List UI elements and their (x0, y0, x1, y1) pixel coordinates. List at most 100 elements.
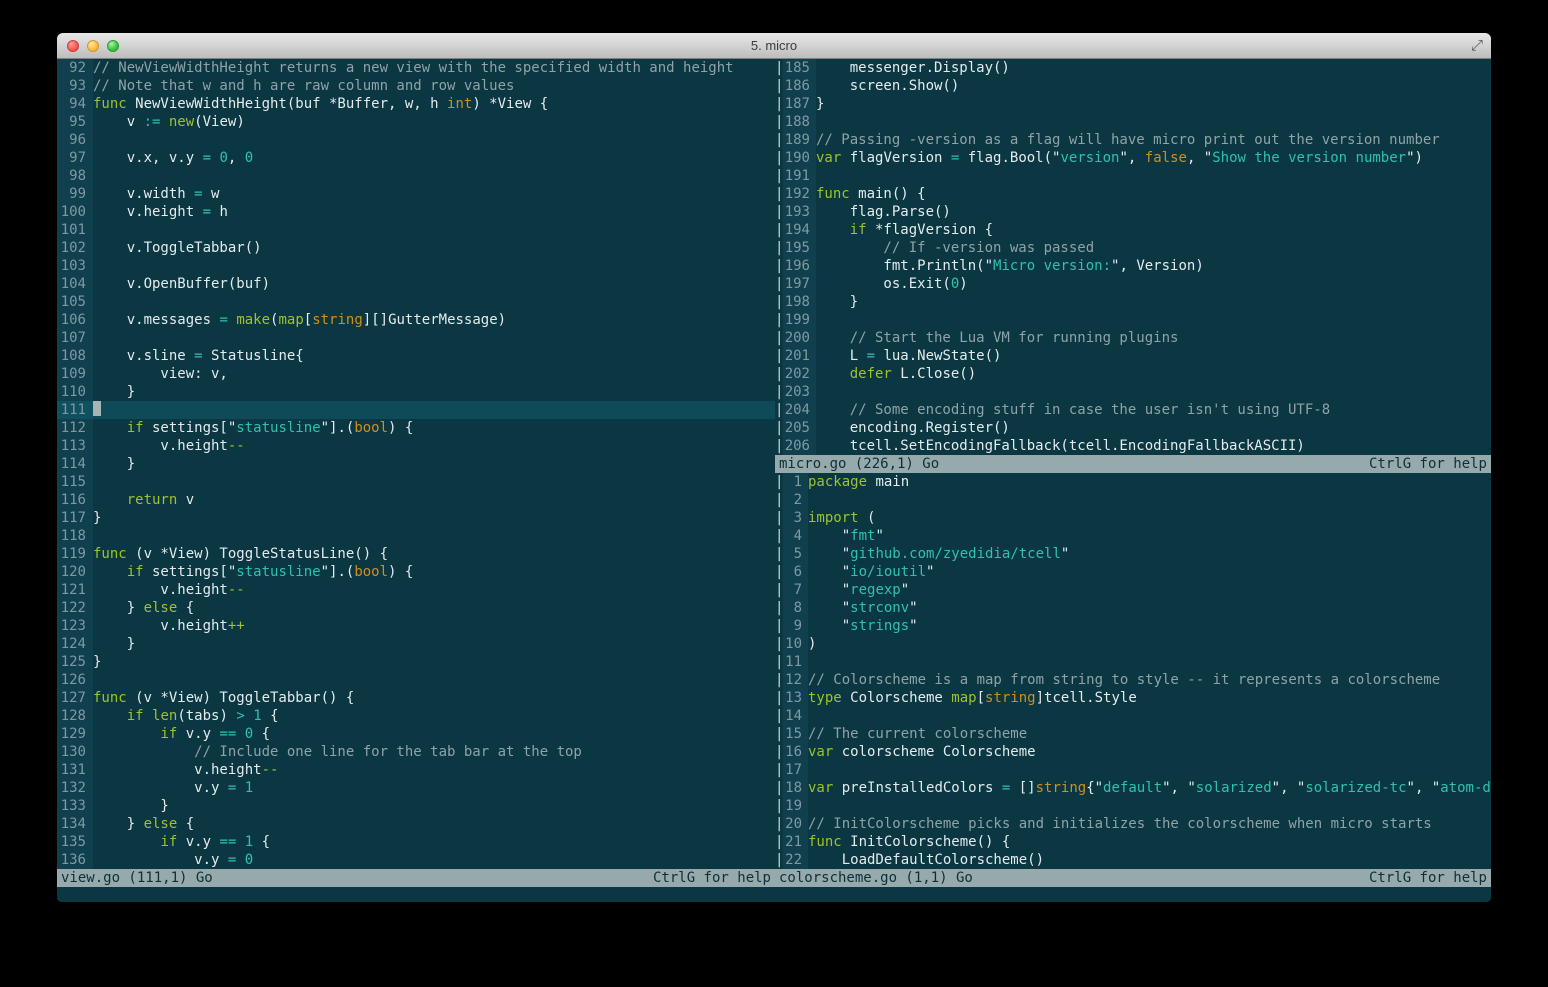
code-line[interactable]: | 203 (775, 383, 1491, 401)
code-line[interactable]: | 185 messenger.Display() (775, 59, 1491, 77)
code-line[interactable]: | 21 func InitColorscheme() { (775, 833, 1491, 851)
minimize-button[interactable] (87, 39, 99, 52)
code-line[interactable]: 120 if settings["statusline"].(bool) { (57, 563, 775, 581)
code-line[interactable]: 130 // Include one line for the tab bar … (57, 743, 775, 761)
code-line[interactable]: 107 (57, 329, 775, 347)
code-line[interactable]: 117} (57, 509, 775, 527)
code-line[interactable]: 124 } (57, 635, 775, 653)
code-line[interactable]: 99 v.width = w (57, 185, 775, 203)
code-line[interactable]: | 17 (775, 761, 1491, 779)
code-line[interactable]: 108 v.sline = Statusline{ (57, 347, 775, 365)
code-line[interactable]: 114 } (57, 455, 775, 473)
code-line[interactable]: 123 v.height++ (57, 617, 775, 635)
code-line[interactable]: | 201 L = lua.NewState() (775, 347, 1491, 365)
code-line[interactable]: | 186 screen.Show() (775, 77, 1491, 95)
code-line[interactable]: 113 v.height-- (57, 437, 775, 455)
code-line[interactable]: 101 (57, 221, 775, 239)
code-line[interactable]: 93// Note that w and h are raw column an… (57, 77, 775, 95)
code-line[interactable]: | 3 import ( (775, 509, 1491, 527)
code-line[interactable]: | 10) (775, 635, 1491, 653)
code-line[interactable]: | 15// The current colorscheme (775, 725, 1491, 743)
code-line[interactable]: | 205 encoding.Register() (775, 419, 1491, 437)
code-line[interactable]: | 5 "github.com/zyedidia/tcell" (775, 545, 1491, 563)
code-line[interactable]: | 11 (775, 653, 1491, 671)
code-line[interactable]: | 20// InitColorscheme picks and initiali… (775, 815, 1491, 833)
code-line[interactable]: | 189// Passing -version as a flag will h… (775, 131, 1491, 149)
code-line[interactable]: | 9 "strings" (775, 617, 1491, 635)
code-line[interactable]: | 12// Colorscheme is a map from string t… (775, 671, 1491, 689)
code-line[interactable]: | 190 var flagVersion = flag.Bool("version… (775, 149, 1491, 167)
code-line[interactable]: | 197 os.Exit(0) (775, 275, 1491, 293)
code-line[interactable]: 134 } else { (57, 815, 775, 833)
code-buffer-micro-go[interactable]: | 185 messenger.Display() | 186 screen.Show… (775, 59, 1491, 455)
code-text: } (816, 294, 859, 310)
code-buffer-colorscheme-go[interactable]: | 1 package main | 2 | 3 import (| 4 "fmt" | 5 "gi… (775, 473, 1491, 869)
zoom-button[interactable] (107, 39, 119, 52)
code-line[interactable]: | 199 (775, 311, 1491, 329)
code-line[interactable]: 118 (57, 527, 775, 545)
code-line[interactable]: | 200 // Start the Lua VM for running plu… (775, 329, 1491, 347)
code-line[interactable]: | 2 (775, 491, 1491, 509)
code-line[interactable]: 128 if len(tabs) > 1 { (57, 707, 775, 725)
code-line[interactable]: | 8 "strconv" (775, 599, 1491, 617)
code-line[interactable]: 103 (57, 257, 775, 275)
code-line[interactable]: 95 v := new(View) (57, 113, 775, 131)
code-line[interactable]: 96 (57, 131, 775, 149)
code-line[interactable]: 119 func (v *View) ToggleStatusLine() { (57, 545, 775, 563)
code-line[interactable]: 132 v.y = 1 (57, 779, 775, 797)
code-line[interactable]: | 6 "io/ioutil" (775, 563, 1491, 581)
code-line[interactable]: | 195 // If -version was passed (775, 239, 1491, 257)
code-line[interactable]: | 194 if *flagVersion { (775, 221, 1491, 239)
code-line[interactable]: | 14 (775, 707, 1491, 725)
code-line[interactable]: 97 v.x, v.y = 0, 0 (57, 149, 775, 167)
code-line[interactable]: 122 } else { (57, 599, 775, 617)
code-line[interactable]: | 196 fmt.Println("Micro version:", Versi… (775, 257, 1491, 275)
code-line[interactable]: 115 (57, 473, 775, 491)
code-line[interactable]: 94 func NewViewWidthHeight(buf *Buffer, w… (57, 95, 775, 113)
code-line[interactable]: 110 } (57, 383, 775, 401)
code-line[interactable]: 102 v.ToggleTabbar() (57, 239, 775, 257)
code-line[interactable]: 125} (57, 653, 775, 671)
code-line[interactable]: 98 (57, 167, 775, 185)
code-line[interactable]: | 202 defer L.Close() (775, 365, 1491, 383)
code-line[interactable]: | 7 "regexp" (775, 581, 1491, 599)
code-line[interactable]: 109 view: v, (57, 365, 775, 383)
code-line[interactable]: 126 (57, 671, 775, 689)
code-line[interactable]: | 204 // Some encoding stuff in case the … (775, 401, 1491, 419)
code-line[interactable]: | 193 flag.Parse() (775, 203, 1491, 221)
code-line[interactable]: 116 return v (57, 491, 775, 509)
code-line[interactable]: 129 if v.y == 0 { (57, 725, 775, 743)
code-line[interactable]: | 13 type Colorscheme map[string]tcell.Sty… (775, 689, 1491, 707)
code-line[interactable]: | 198 } (775, 293, 1491, 311)
code-line[interactable]: 133 } (57, 797, 775, 815)
code-line[interactable]: 121 v.height-- (57, 581, 775, 599)
code-line[interactable]: | 22 LoadDefaultColorscheme() (775, 851, 1491, 869)
code-line[interactable]: 100 v.height = h (57, 203, 775, 221)
code-line[interactable]: 131 v.height-- (57, 761, 775, 779)
code-line[interactable]: 106 v.messages = make(map[string][]Gutte… (57, 311, 775, 329)
code-line[interactable]: 136 v.y = 0 (57, 851, 775, 869)
code-text: } (93, 510, 102, 526)
code-line[interactable]: 111 (57, 401, 775, 419)
code-line[interactable]: | 192 func main() { (775, 185, 1491, 203)
code-line[interactable]: 112 if settings["statusline"].(bool) { (57, 419, 775, 437)
code-line[interactable]: | 18 var preInstalledColors = []string{"de… (775, 779, 1491, 797)
code-line[interactable]: 105 (57, 293, 775, 311)
code-line[interactable]: | 191 (775, 167, 1491, 185)
command-line[interactable] (57, 887, 1491, 902)
code-line[interactable]: 92// NewViewWidthHeight returns a new vi… (57, 59, 775, 77)
code-line[interactable]: 135 if v.y == 1 { (57, 833, 775, 851)
code-line[interactable]: | 187} (775, 95, 1491, 113)
code-line[interactable]: | 206 tcell.SetEncodingFallback(tcell.Enc… (775, 437, 1491, 455)
titlebar[interactable]: 5. micro ⤢ (57, 33, 1491, 59)
fullscreen-icon[interactable]: ⤢ (1471, 36, 1483, 54)
code-line[interactable]: 104 v.OpenBuffer(buf) (57, 275, 775, 293)
code-line[interactable]: | 4 "fmt" (775, 527, 1491, 545)
code-line[interactable]: | 19 (775, 797, 1491, 815)
code-line[interactable]: | 16 var colorscheme Colorscheme (775, 743, 1491, 761)
code-line[interactable]: | 1 package main (775, 473, 1491, 491)
code-line[interactable]: | 188 (775, 113, 1491, 131)
code-buffer-view-go[interactable]: 92// NewViewWidthHeight returns a new vi… (57, 59, 775, 869)
close-button[interactable] (67, 39, 79, 52)
code-line[interactable]: 127 func (v *View) ToggleTabbar() { (57, 689, 775, 707)
